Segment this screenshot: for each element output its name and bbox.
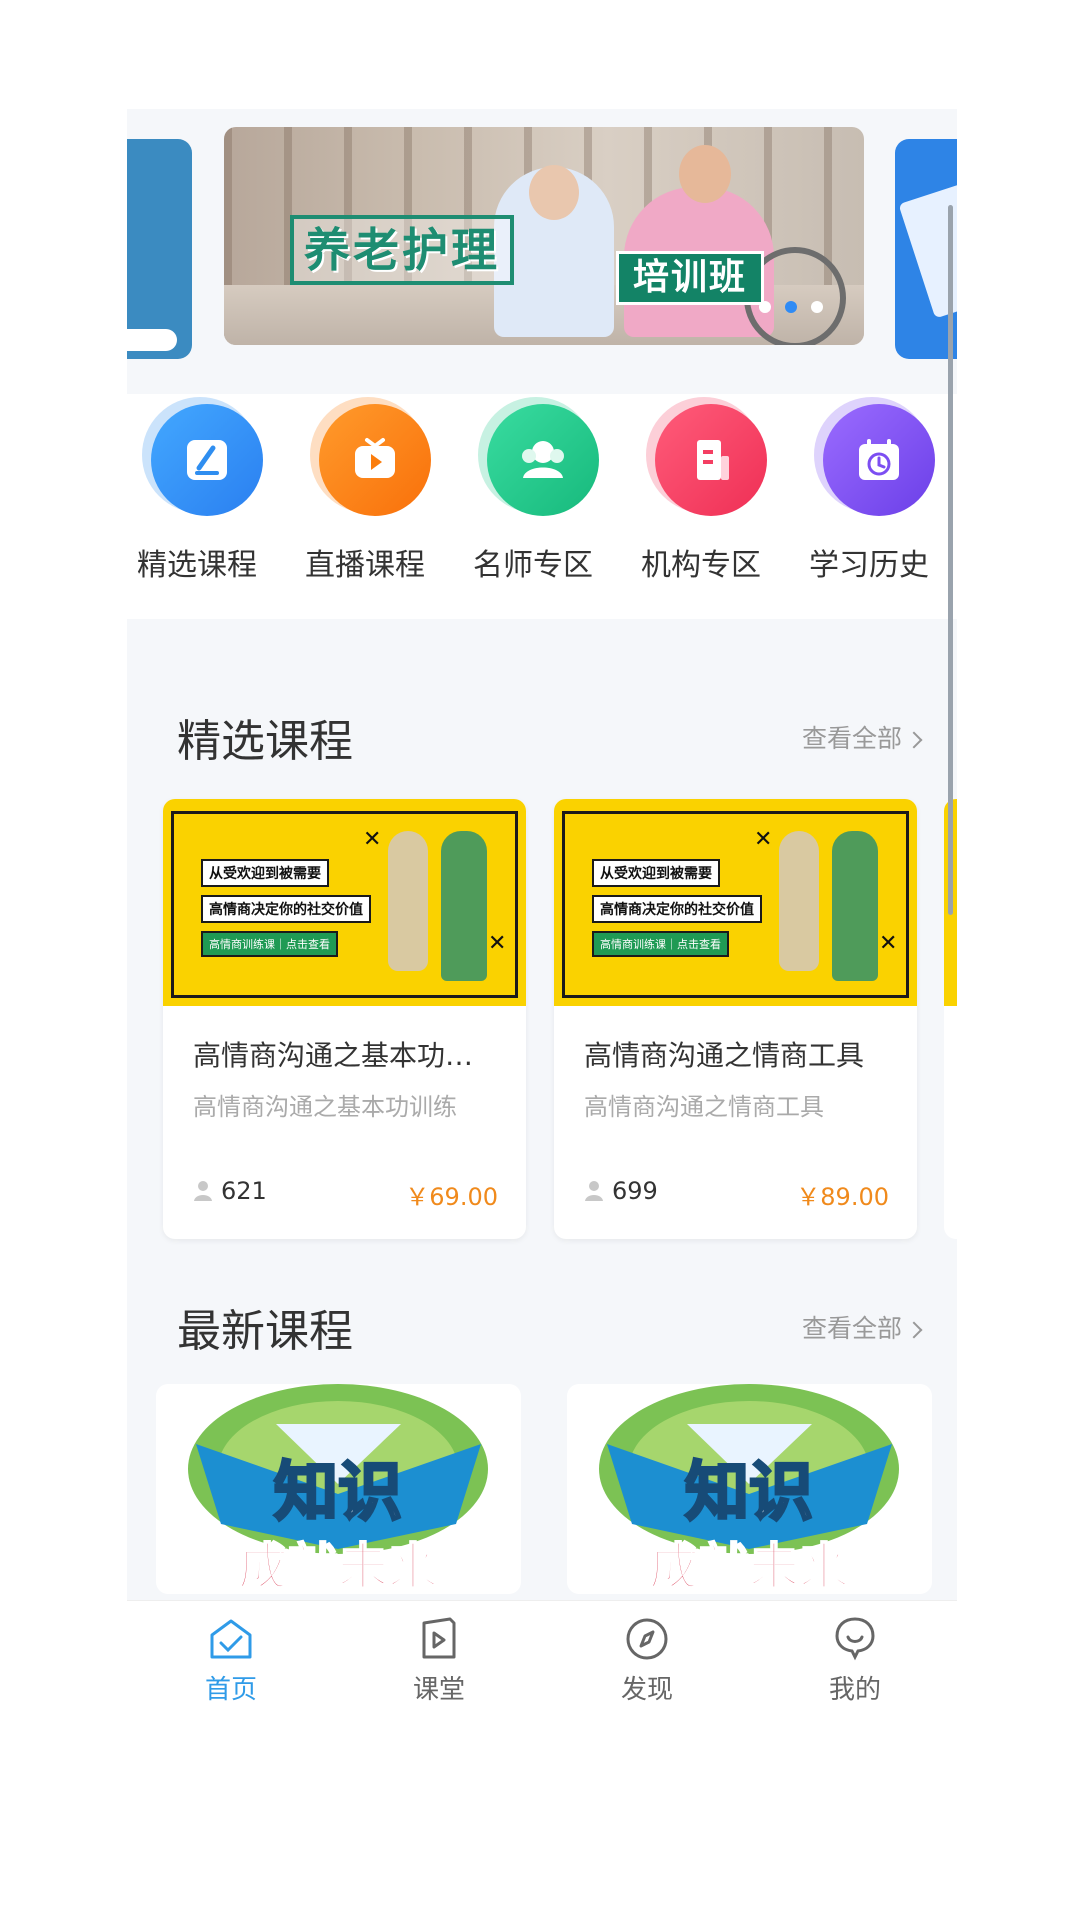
see-all-label: 查看全部: [802, 1314, 903, 1343]
chevron-right-icon: [905, 1321, 923, 1339]
menu-label: 名师专区: [473, 548, 593, 583]
tab-label: 首页: [204, 1675, 257, 1705]
chevron-right-icon: [905, 731, 923, 749]
course-card[interactable]: 从受欢迎到被需要 高情商决定你的社交价值 高情商训练课｜点击查看 ✕ ✕ 高情商…: [163, 799, 526, 1239]
student-count: 699: [584, 1177, 658, 1205]
svg-text:成就未来: 成就未来: [649, 1538, 849, 1594]
poster-text: 从受欢迎到被需要: [592, 859, 720, 887]
course-card[interactable]: 从受欢迎到被需要 高情商决定你的社交价值 高情商训练课｜点击查看 ✕ ✕ 高情商…: [554, 799, 917, 1239]
scrollbar[interactable]: [948, 205, 953, 915]
tab-classroom[interactable]: 课堂: [335, 1601, 543, 1709]
svg-text:知识: 知识: [274, 1456, 402, 1530]
course-title: 高情商沟通之情商工具: [584, 1039, 865, 1072]
see-all-label: 查看全部: [802, 724, 903, 753]
tab-profile[interactable]: 我的: [751, 1601, 957, 1709]
building-icon: [655, 404, 767, 516]
svg-text:知识: 知识: [685, 1456, 813, 1530]
bottom-tab-bar: 首页 课堂 发现 我的: [127, 1600, 957, 1709]
featured-section-title: 精选课程: [177, 716, 353, 767]
menu-item-famous-teachers[interactable]: 名师专区: [463, 394, 603, 619]
menu-label: 机构专区: [641, 548, 761, 583]
profile-icon: [835, 1617, 875, 1661]
course-price: ￥69.00: [405, 1183, 498, 1211]
carousel-dot[interactable]: [811, 301, 823, 313]
featured-see-all-link[interactable]: 查看全部: [802, 719, 923, 755]
tab-label: 发现: [620, 1675, 673, 1705]
latest-section-title: 最新课程: [177, 1306, 353, 1357]
student-count: 621: [193, 1177, 267, 1205]
poster-text: 高情商训练课｜点击查看: [592, 931, 729, 957]
edit-book-icon: [151, 404, 263, 516]
tv-play-icon: [319, 404, 431, 516]
knowledge-poster: 知识 成就未来: [188, 1384, 488, 1594]
banner-slide-elderly-care[interactable]: 养老护理 培训班: [224, 127, 864, 345]
course-title: 高情商沟通之基本功…: [193, 1039, 474, 1072]
quick-menu: 精选课程 直播课程 名师专区 机构专区 学习历史: [127, 394, 957, 619]
menu-item-live-courses[interactable]: 直播课程: [295, 394, 435, 619]
poster-text: 高情商训练课｜点击查看: [201, 931, 338, 957]
banner-subtitle: 培训班: [616, 251, 765, 305]
compass-icon: [626, 1618, 668, 1660]
course-subtitle: 高情商沟通之基本功训练: [193, 1093, 457, 1121]
poster-text: 高情商决定你的社交价值: [201, 895, 371, 923]
menu-item-study-history[interactable]: 学习历史: [799, 394, 939, 619]
tab-label: 课堂: [412, 1675, 465, 1705]
banner-prev-slide[interactable]: [127, 139, 192, 359]
tab-discover[interactable]: 发现: [543, 1601, 751, 1709]
person-icon: [194, 1181, 212, 1201]
app-screen: 养老护理 培训班 精选课程 直播课程 名师专区 机构专区 学习历史 精选课程 查…: [127, 109, 957, 1709]
menu-item-institutions[interactable]: 机构专区: [631, 394, 771, 619]
classroom-play-icon: [422, 1617, 456, 1659]
banner-carousel[interactable]: 养老护理 培训班: [127, 109, 957, 394]
poster-text: 从受欢迎到被需要: [201, 859, 329, 887]
student-count-value: 699: [612, 1177, 658, 1205]
svg-text:成就未来: 成就未来: [238, 1538, 438, 1594]
new-course-card[interactable]: 知识 成就未来: [156, 1384, 521, 1594]
course-poster: 从受欢迎到被需要 高情商决定你的社交价值 高情商训练课｜点击查看 ✕ ✕: [163, 799, 526, 1006]
knowledge-poster: 知识 成就未来: [599, 1384, 899, 1594]
carousel-dot-active[interactable]: [785, 301, 797, 313]
new-course-card[interactable]: 知识 成就未来: [567, 1384, 932, 1594]
course-subtitle: 高情商沟通之情商工具: [584, 1093, 824, 1121]
poster-text: 高情商决定你的社交价值: [592, 895, 762, 923]
person-icon: [585, 1181, 603, 1201]
carousel-dots: [759, 301, 823, 313]
menu-label: 直播课程: [305, 548, 425, 583]
calendar-clock-icon: [823, 404, 935, 516]
tab-home[interactable]: 首页: [127, 1601, 335, 1709]
menu-label: 精选课程: [137, 548, 257, 583]
menu-label: 学习历史: [809, 548, 929, 583]
carousel-dot[interactable]: [759, 301, 771, 313]
course-poster: 从受欢迎到被需要 高情商决定你的社交价值 高情商训练课｜点击查看 ✕ ✕: [554, 799, 917, 1006]
course-price: ￥89.00: [796, 1183, 889, 1211]
banner-title: 养老护理: [290, 215, 514, 285]
tab-label: 我的: [828, 1675, 881, 1705]
home-icon: [210, 1619, 252, 1659]
menu-item-featured-courses[interactable]: 精选课程: [127, 394, 267, 619]
latest-see-all-link[interactable]: 查看全部: [802, 1309, 923, 1345]
student-count-value: 621: [221, 1177, 267, 1205]
teacher-icon: [487, 404, 599, 516]
